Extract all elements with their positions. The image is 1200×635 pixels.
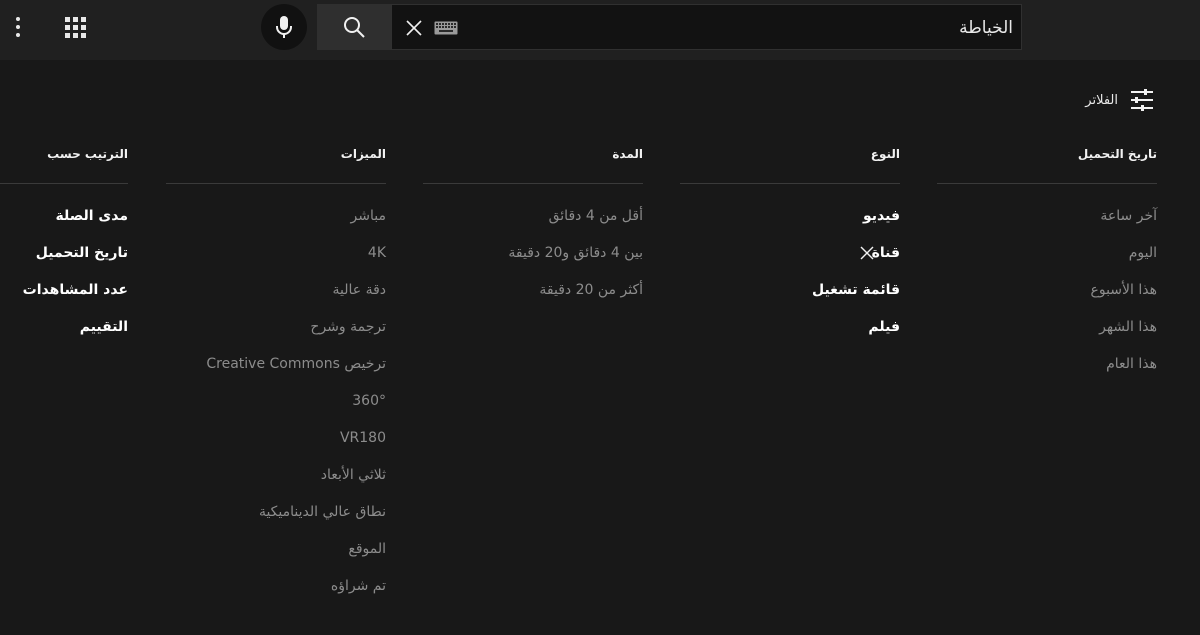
filter-option[interactable]: دقة عالية (166, 272, 387, 309)
apps-grid-icon[interactable] (64, 16, 86, 38)
clear-search-button[interactable] (402, 16, 426, 40)
filter-option[interactable]: 360° (166, 383, 386, 420)
divider (937, 183, 1157, 184)
divider (423, 183, 643, 184)
filter-option[interactable]: الموقع (166, 531, 386, 568)
filter-column-sort-by: الترتيب حسب مدى الصلة تاريخ التحميل عدد … (0, 140, 128, 346)
column-header: الميزات (340, 147, 386, 161)
filter-option[interactable]: هذا الشهر (937, 309, 1157, 346)
more-vert-icon[interactable] (8, 13, 28, 41)
filter-option[interactable]: نطاق عالي الديناميكية (166, 494, 386, 531)
microphone-icon (276, 16, 292, 38)
filter-option[interactable]: آخر ساعة (937, 198, 1157, 235)
filter-option[interactable]: التقييم (0, 309, 128, 346)
search-box: الخياطة (391, 4, 1022, 50)
tune-icon (1131, 89, 1153, 111)
filter-option[interactable]: أقل من 4 دقائق (423, 198, 643, 235)
filter-option[interactable]: هذا العام (937, 346, 1157, 383)
filter-option[interactable]: بين 4 دقائق و20 دقيقة (423, 235, 643, 272)
filter-option[interactable]: قائمة تشغيل (680, 272, 900, 309)
column-header: النوع (870, 147, 900, 161)
filter-option[interactable]: اليوم (937, 235, 1157, 272)
filter-option[interactable]: فيلم (680, 309, 900, 346)
column-header: المدة (612, 147, 643, 161)
search-input[interactable]: الخياطة (959, 16, 1013, 40)
filter-option[interactable]: VR180 (166, 420, 386, 457)
filter-option[interactable]: تاريخ التحميل (0, 235, 128, 272)
filter-column-features: الميزات مباشر 4K دقة عالية ترجمة وشرح تر… (166, 140, 386, 605)
filter-option[interactable]: مباشر (166, 198, 386, 235)
filter-option[interactable]: 4K (166, 235, 386, 272)
divider (166, 183, 386, 184)
filter-option[interactable]: ثلاثي الأبعاد (166, 457, 386, 494)
remove-filter-icon[interactable] (860, 246, 874, 260)
filter-option-selected[interactable]: قناة (680, 235, 900, 272)
filter-option[interactable]: ترجمة وشرح (166, 309, 386, 346)
divider (680, 183, 900, 184)
filter-column-upload-date: تاريخ التحميل آخر ساعة اليوم هذا الأسبوع… (937, 140, 1157, 383)
filter-option[interactable]: فيديو (680, 198, 900, 235)
filter-option[interactable]: ترخيص Creative Commons (166, 346, 386, 383)
filter-option[interactable]: تم شراؤه (166, 568, 386, 605)
keyboard-icon[interactable] (434, 21, 458, 35)
filter-option[interactable]: أكثر من 20 دقيقة (423, 272, 643, 309)
close-icon (406, 20, 422, 36)
divider (0, 183, 128, 184)
search-icon (344, 17, 365, 38)
column-header: تاريخ التحميل (1077, 147, 1157, 161)
filter-column-duration: المدة أقل من 4 دقائق بين 4 دقائق و20 دقي… (423, 140, 643, 309)
voice-search-button[interactable] (261, 4, 307, 50)
top-bar: الخياطة (0, 0, 1200, 60)
filter-column-type: النوع فيديو قناة قائمة تشغيل فيلم (680, 140, 900, 346)
filter-option[interactable]: عدد المشاهدات (0, 272, 128, 309)
column-header: الترتيب حسب (47, 147, 128, 161)
filter-option[interactable]: هذا الأسبوع (937, 272, 1158, 309)
filter-option[interactable]: مدى الصلة (0, 198, 128, 235)
filters-toggle-button[interactable]: الفلاتر (1085, 87, 1154, 113)
filters-label: الفلاتر (1085, 92, 1118, 108)
filter-option-label: قناة (871, 245, 900, 261)
search-button[interactable] (317, 4, 391, 50)
